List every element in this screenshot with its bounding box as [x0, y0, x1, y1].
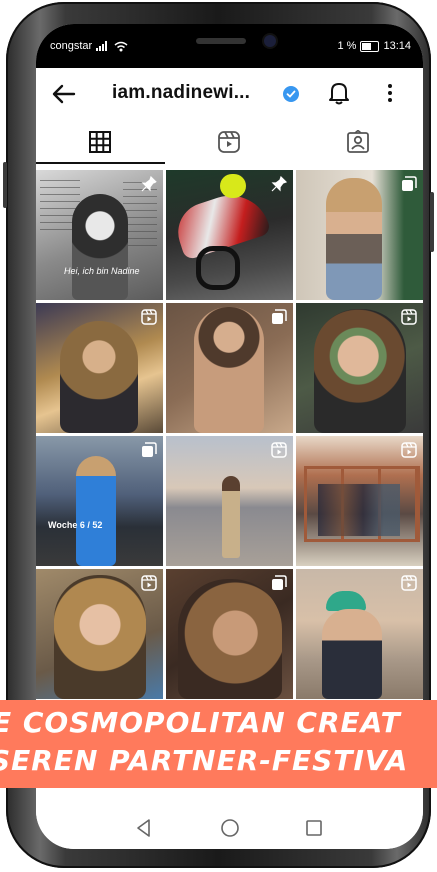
volume-button	[3, 162, 7, 208]
status-right: 1 % 13:14	[338, 40, 412, 52]
grid-post-4[interactable]	[36, 303, 163, 433]
grid-icon	[89, 131, 112, 153]
profile-tabs	[36, 120, 423, 164]
battery-percent: 1 %	[337, 40, 357, 52]
grid-post-12[interactable]	[296, 569, 423, 699]
carrier-label: congstar	[50, 40, 93, 52]
pin-icon	[271, 176, 287, 192]
tab-reels[interactable]	[165, 120, 294, 164]
post-12-cap	[326, 591, 366, 611]
notification-bell-icon[interactable]	[326, 80, 352, 106]
banner-line-1: E COSMOPOLITAN CREAT	[0, 706, 401, 739]
post-9-group	[318, 484, 400, 536]
profile-header: iam.nadinewi...	[36, 68, 423, 120]
speaker-grille	[196, 38, 246, 44]
carousel-icon	[402, 176, 417, 191]
back-arrow-icon[interactable]	[50, 80, 78, 108]
reels-icon	[401, 442, 417, 458]
nav-back-triangle-icon[interactable]	[132, 816, 156, 840]
status-bar: congstar 1 % 13:14	[36, 24, 423, 68]
grid-post-9[interactable]	[296, 436, 423, 566]
banner-line-2: SEREN PARTNER-FESTIVA	[0, 744, 409, 777]
front-camera	[264, 35, 276, 47]
grid-post-2[interactable]	[166, 170, 293, 300]
clock: 13:14	[383, 40, 411, 52]
grid-post-8[interactable]	[166, 436, 293, 566]
tab-tagged[interactable]	[294, 120, 423, 164]
post-1-portrait	[72, 194, 128, 300]
camera-notch	[131, 24, 311, 58]
posts-grid: Hei, ich bin Nadine Woche 6 / 52	[36, 170, 423, 770]
grid-post-6[interactable]	[296, 303, 423, 433]
status-left: congstar	[50, 40, 128, 52]
tab-posts-grid[interactable]	[36, 120, 165, 164]
reels-icon	[218, 131, 241, 153]
post-8-person	[222, 476, 240, 558]
reels-icon	[141, 309, 157, 325]
post-4-person	[60, 321, 138, 433]
grid-post-3[interactable]	[296, 170, 423, 300]
grid-post-5[interactable]	[166, 303, 293, 433]
grid-post-11[interactable]	[166, 569, 293, 699]
post-10-person	[54, 575, 146, 699]
reels-icon	[401, 575, 417, 591]
reels-icon	[271, 442, 287, 458]
pin-icon	[141, 176, 157, 192]
post-7-caption: Woche 6 / 52	[48, 520, 103, 530]
selected-tab-indicator	[36, 162, 165, 164]
reels-icon	[141, 575, 157, 591]
post-1-text-block-right	[123, 182, 157, 252]
carousel-icon	[142, 442, 157, 457]
android-nav-bar	[36, 806, 423, 849]
wifi-icon	[114, 41, 128, 51]
signal-icon	[96, 41, 108, 51]
grid-post-7[interactable]: Woche 6 / 52	[36, 436, 163, 566]
battery-icon	[360, 40, 380, 52]
more-vertical-icon[interactable]	[380, 80, 400, 106]
nav-home-circle-icon[interactable]	[218, 816, 242, 840]
profile-username: iam.nadinewi...	[112, 82, 251, 103]
post-12-person	[322, 609, 382, 699]
post-6-person	[314, 309, 406, 433]
carousel-icon	[272, 309, 287, 324]
promo-banner: E COSMOPOLITAN CREAT SEREN PARTNER-FESTI…	[0, 700, 437, 788]
post-3-person	[326, 178, 382, 300]
nav-recents-square-icon[interactable]	[302, 816, 326, 840]
post-11-person	[178, 579, 282, 699]
power-button	[430, 192, 434, 252]
verified-badge-icon	[283, 86, 299, 102]
post-7-person	[76, 456, 116, 566]
carousel-icon	[272, 575, 287, 590]
post-5-person	[194, 307, 264, 433]
reels-icon	[401, 309, 417, 325]
post-2-helmet	[220, 174, 246, 198]
tagged-person-icon	[347, 130, 370, 153]
post-1-caption: Hei, ich bin Nadine	[64, 266, 140, 276]
grid-post-10[interactable]	[36, 569, 163, 699]
post-2-wheel	[196, 246, 240, 290]
grid-post-1[interactable]: Hei, ich bin Nadine	[36, 170, 163, 300]
